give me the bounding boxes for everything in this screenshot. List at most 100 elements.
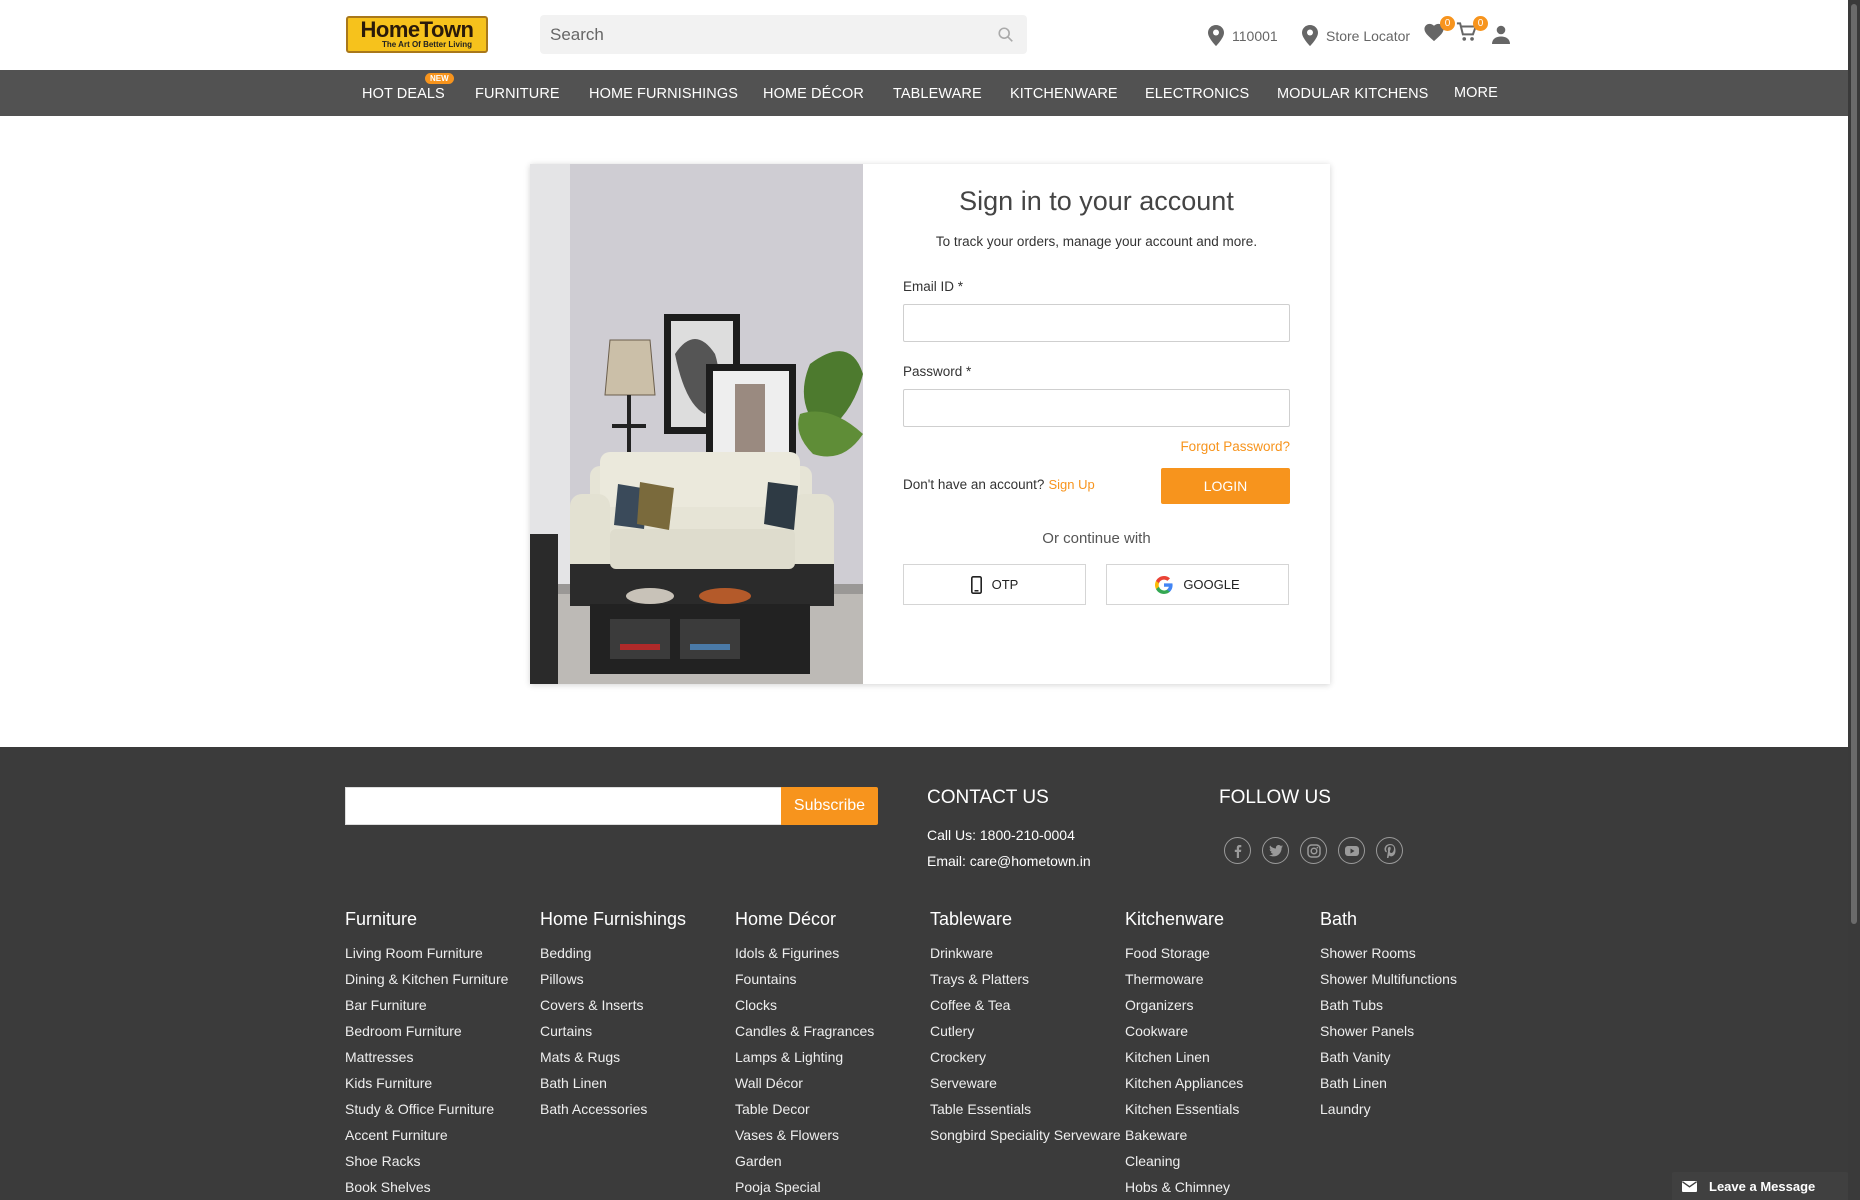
newsletter-email-input[interactable] — [345, 787, 782, 825]
footer-link[interactable]: Bedroom Furniture — [345, 1018, 508, 1044]
footer-link[interactable]: Candles & Fragrances — [735, 1018, 874, 1044]
footer-link[interactable]: Mattresses — [345, 1044, 508, 1070]
email-field[interactable] — [903, 304, 1290, 342]
search-input[interactable] — [550, 15, 990, 54]
footer-link[interactable]: Covers & Inserts — [540, 992, 686, 1018]
nav-item-home-furnishings[interactable]: HOME FURNISHINGS — [589, 86, 738, 102]
footer-link[interactable]: Cleaning — [1125, 1148, 1243, 1174]
nav-item-modular-kitchens[interactable]: MODULAR KITCHENS — [1277, 86, 1428, 102]
footer-link[interactable]: Dining & Kitchen Furniture — [345, 966, 508, 992]
contact-phone[interactable]: Call Us: 1800-210-0004 — [927, 827, 1075, 843]
footer-column-title: Home Décor — [735, 909, 837, 929]
footer-link[interactable]: Shower Rooms — [1320, 940, 1457, 966]
footer-link[interactable]: Pooja Special — [735, 1174, 874, 1200]
footer-link[interactable]: Kitchen Appliances — [1125, 1070, 1243, 1096]
scrollbar-thumb[interactable] — [1851, 4, 1857, 924]
footer-link[interactable]: Shower Panels — [1320, 1018, 1457, 1044]
footer-link[interactable]: Drinkware — [930, 940, 1121, 966]
store-locator-text: Store Locator — [1326, 27, 1411, 44]
footer-link[interactable]: Table Essentials — [930, 1096, 1121, 1122]
footer-link[interactable]: Cutlery — [930, 1018, 1121, 1044]
password-field[interactable] — [903, 389, 1290, 427]
wishlist-button[interactable]: 0 — [1423, 16, 1455, 47]
instagram-icon[interactable] — [1300, 837, 1327, 864]
facebook-icon[interactable] — [1224, 837, 1251, 864]
footer-link[interactable]: Clocks — [735, 992, 874, 1018]
footer-link[interactable]: Vases & Flowers — [735, 1122, 874, 1148]
footer-link[interactable]: Shoe Racks — [345, 1148, 508, 1174]
footer-link[interactable]: Bath Accessories — [540, 1096, 686, 1122]
sign-up-link[interactable]: Sign Up — [1048, 477, 1094, 492]
footer-link[interactable]: Lamps & Lighting — [735, 1044, 874, 1070]
google-icon — [1155, 575, 1173, 594]
footer-link[interactable]: Songbird Speciality Serveware — [930, 1122, 1121, 1148]
footer-link[interactable]: Organizers — [1125, 992, 1243, 1018]
footer-link[interactable]: Cookware — [1125, 1018, 1243, 1044]
footer-link[interactable]: Trays & Platters — [930, 966, 1121, 992]
footer-link[interactable]: Food Storage — [1125, 940, 1243, 966]
youtube-icon[interactable] — [1338, 837, 1365, 864]
footer-link[interactable]: Living Room Furniture — [345, 940, 508, 966]
footer-link[interactable]: Mats & Rugs — [540, 1044, 686, 1070]
footer-link[interactable]: Table Decor — [735, 1096, 874, 1122]
page-scrollbar[interactable] — [1848, 0, 1860, 1200]
nav-item-hot-deals[interactable]: HOT DEALS — [362, 86, 445, 102]
user-account-icon[interactable] — [1492, 25, 1510, 44]
nav-item-furniture[interactable]: FURNITURE — [475, 86, 560, 102]
nav-item-kitchenware[interactable]: KITCHENWARE — [1010, 86, 1118, 102]
footer-link[interactable]: Bedding — [540, 940, 686, 966]
footer-link[interactable]: Accent Furniture — [345, 1122, 508, 1148]
footer-link[interactable]: Hobs & Chimney — [1125, 1174, 1243, 1200]
footer-link[interactable]: Bath Tubs — [1320, 992, 1457, 1018]
footer-link[interactable]: Laundry — [1320, 1096, 1457, 1122]
signup-prompt: Don't have an account? Sign Up — [903, 477, 1095, 492]
pinterest-icon[interactable] — [1376, 837, 1403, 864]
footer-link[interactable]: Fountains — [735, 966, 874, 992]
nav-item-tableware[interactable]: TABLEWARE — [893, 86, 982, 102]
location-pin-icon — [1302, 25, 1318, 46]
footer-link[interactable]: Crockery — [930, 1044, 1121, 1070]
login-form: Sign in to your account To track your or… — [863, 164, 1330, 684]
twitter-icon[interactable] — [1262, 837, 1289, 864]
subscribe-button[interactable]: Subscribe — [781, 787, 878, 825]
mobile-phone-icon — [970, 575, 982, 594]
password-label: Password * — [903, 364, 972, 379]
footer-link[interactable]: Bath Vanity — [1320, 1044, 1457, 1070]
footer-link[interactable]: Kids Furniture — [345, 1070, 508, 1096]
search-icon[interactable] — [997, 26, 1015, 44]
footer-link[interactable]: Serveware — [930, 1070, 1121, 1096]
footer-link[interactable]: Bar Furniture — [345, 992, 508, 1018]
footer-link[interactable]: Thermoware — [1125, 966, 1243, 992]
login-button[interactable]: LOGIN — [1161, 468, 1290, 504]
footer-link[interactable]: Curtains — [540, 1018, 686, 1044]
footer-link[interactable]: Book Shelves — [345, 1174, 508, 1200]
nav-item-home-decor[interactable]: HOME DÉCOR — [763, 86, 864, 102]
hometown-logo[interactable]: HomeTown The Art Of Better Living — [346, 16, 488, 53]
otp-button[interactable]: OTP — [903, 564, 1086, 605]
pincode-selector[interactable]: 110001 — [1208, 25, 1278, 46]
footer-link[interactable]: Garden — [735, 1148, 874, 1174]
footer-column-kitchenware: Kitchenware Food Storage Thermoware Orga… — [1125, 909, 1243, 1200]
nav-item-electronics[interactable]: ELECTRONICS — [1145, 86, 1249, 102]
footer-link[interactable]: Coffee & Tea — [930, 992, 1121, 1018]
footer-link[interactable]: Wall Décor — [735, 1070, 874, 1096]
footer-link[interactable]: Kitchen Linen — [1125, 1044, 1243, 1070]
forgot-password-link[interactable]: Forgot Password? — [1180, 439, 1290, 454]
footer-link[interactable]: Bath Linen — [1320, 1070, 1457, 1096]
leave-message-label: Leave a Message — [1709, 1178, 1816, 1194]
footer-link[interactable]: Pillows — [540, 966, 686, 992]
footer-column-title: Kitchenware — [1125, 909, 1225, 929]
google-button[interactable]: GOOGLE — [1106, 564, 1289, 605]
leave-message-button[interactable]: Leave a Message — [1672, 1172, 1848, 1200]
store-locator[interactable]: Store Locator — [1302, 25, 1410, 46]
cart-button[interactable]: 0 — [1456, 16, 1488, 48]
footer-link[interactable]: Study & Office Furniture — [345, 1096, 508, 1122]
footer-link[interactable]: Kitchen Essentials — [1125, 1096, 1243, 1122]
footer: Subscribe CONTACT US Call Us: 1800-210-0… — [0, 747, 1848, 1200]
nav-item-more[interactable]: MORE — [1454, 85, 1498, 101]
footer-link[interactable]: Shower Multifunctions — [1320, 966, 1457, 992]
footer-link[interactable]: Idols & Figurines — [735, 940, 874, 966]
contact-email[interactable]: Email: care@hometown.in — [927, 853, 1091, 869]
footer-link[interactable]: Bath Linen — [540, 1070, 686, 1096]
footer-link[interactable]: Bakeware — [1125, 1122, 1243, 1148]
